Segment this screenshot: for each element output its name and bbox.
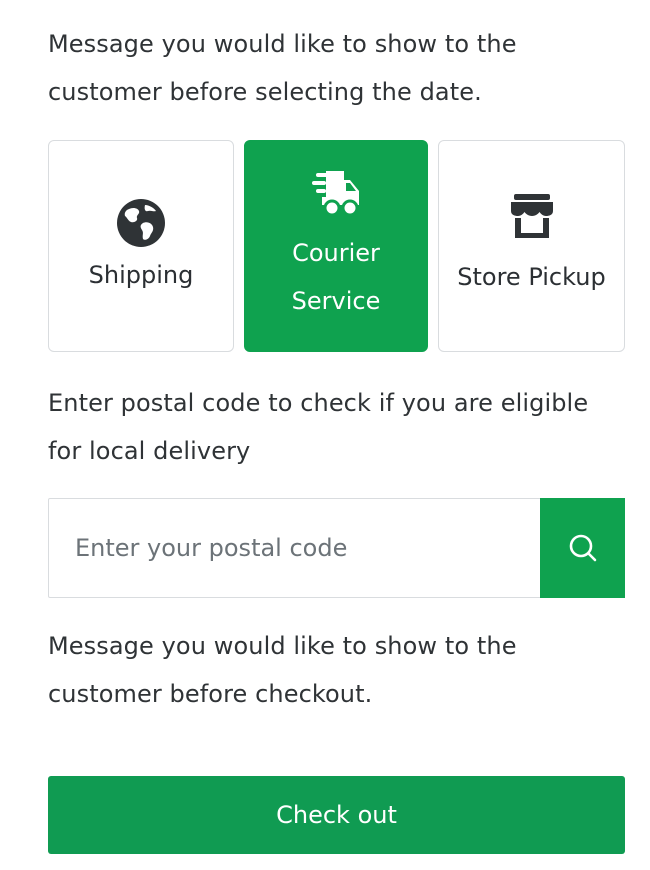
postal-search-button[interactable] [540,498,625,598]
truck-icon [312,171,359,217]
delivery-option-shipping[interactable]: Shipping [48,140,234,352]
search-icon [569,534,596,562]
delivery-option-label: Store Pickup [457,263,606,291]
postal-code-prompt: Enter postal code to check if you are el… [48,389,589,465]
delivery-option-label: Shipping [88,261,194,289]
delivery-option-label: Courier Service [291,239,381,315]
store-icon [510,194,553,238]
delivery-option-courier[interactable]: Courier Service [244,140,428,352]
date-message: Message you would like to show to the cu… [48,30,517,106]
globe-icon [117,199,165,247]
delivery-method-selector: Shipping Courier Service Store Pickup [48,140,625,354]
delivery-option-store-pickup[interactable]: Store Pickup [438,140,625,352]
postal-code-search [48,498,625,598]
checkout-message: Message you would like to show to the cu… [48,632,517,708]
checkout-button[interactable]: Check out [48,776,625,854]
postal-code-input[interactable] [49,499,541,597]
